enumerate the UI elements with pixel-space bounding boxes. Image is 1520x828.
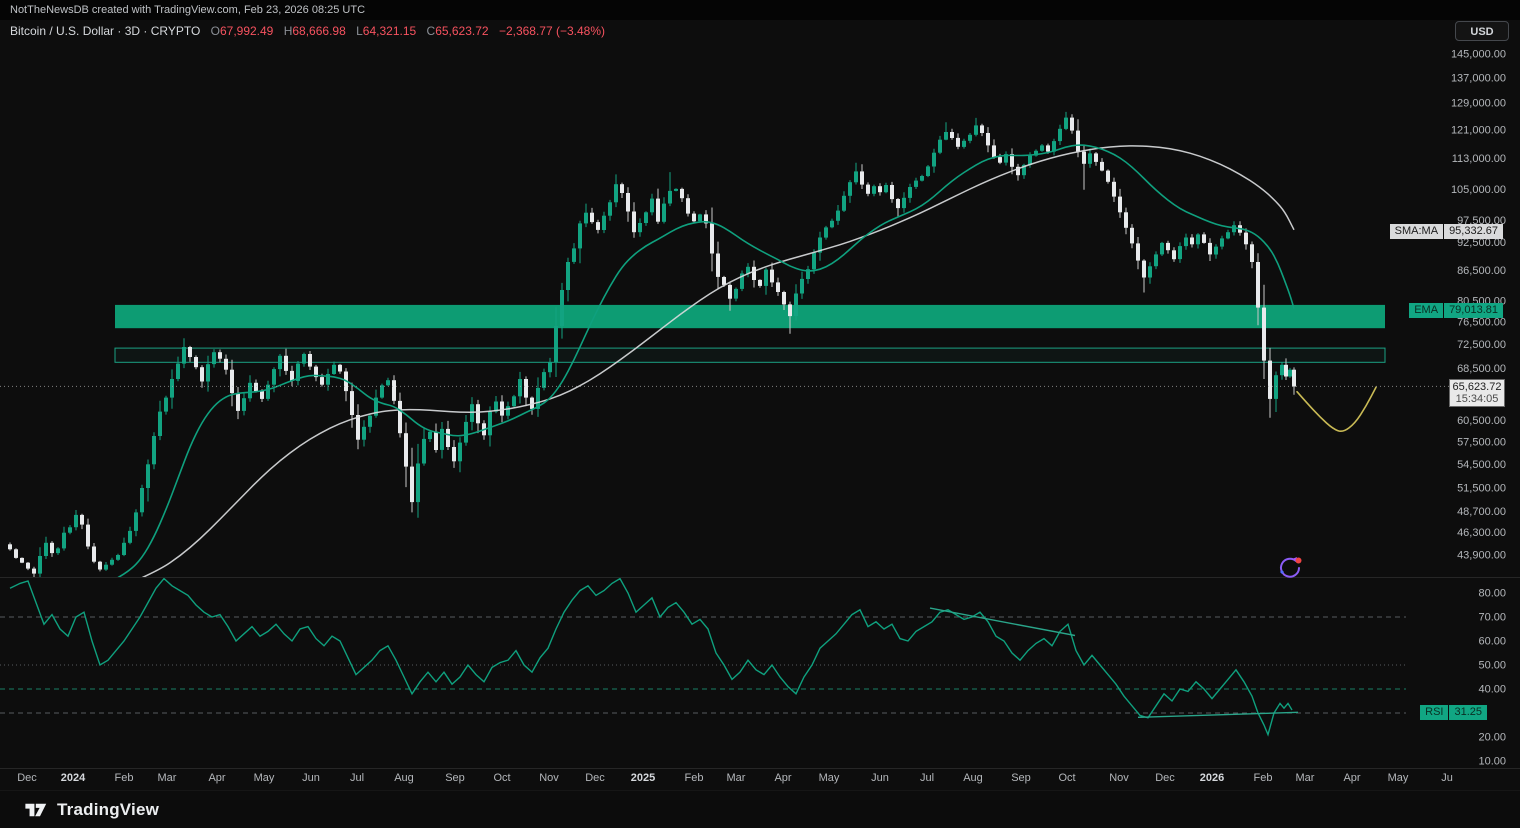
change-value: −2,368.77 (−3.48%)	[499, 24, 605, 38]
currency-button[interactable]: USD	[1455, 21, 1509, 41]
last-price-value: 65,623.72	[1450, 381, 1504, 393]
price-tick-label: 43,900.00	[1457, 550, 1506, 562]
time-tick-month: Mar	[1296, 772, 1315, 784]
time-tick-month: May	[254, 772, 275, 784]
rsi-tick-label: 70.00	[1478, 612, 1506, 624]
time-tick-month: Dec	[17, 772, 37, 784]
rsi-tick-label: 40.00	[1478, 684, 1506, 696]
price-tick-label: 145,000.00	[1451, 49, 1506, 61]
price-panel[interactable]	[8, 112, 1385, 582]
time-tick-month: Apr	[208, 772, 225, 784]
price-tick-label: 57,500.00	[1457, 436, 1506, 448]
price-tick-label: 121,000.00	[1451, 124, 1506, 136]
time-tick-month: Feb	[685, 772, 704, 784]
symbol-info-row[interactable]: Bitcoin / U.S. Dollar · 3D · CRYPTO O67,…	[10, 24, 612, 38]
time-tick-month: Jun	[302, 772, 320, 784]
time-tick-month: Aug	[394, 772, 414, 784]
time-tick-month: Oct	[493, 772, 510, 784]
symbol-title[interactable]: Bitcoin / U.S. Dollar · 3D · CRYPTO	[10, 24, 200, 38]
price-tick-label: 46,300.00	[1457, 527, 1506, 539]
sma-value: 95,332.67	[1444, 224, 1503, 239]
time-tick-month: Mar	[727, 772, 746, 784]
tradingview-logo-icon[interactable]	[24, 801, 49, 819]
time-tick-month: May	[819, 772, 840, 784]
time-tick-month: Sep	[1011, 772, 1031, 784]
time-tick-month: Dec	[585, 772, 605, 784]
footer-bar: TradingView	[0, 790, 1520, 828]
rsi-tick-label: 50.00	[1478, 660, 1506, 672]
price-tick-label: 68,500.00	[1457, 363, 1506, 375]
chart-container[interactable]: 145,000.00 137,000.00 129,000.00 121,000.00…	[0, 20, 1520, 790]
rsi-panel[interactable]	[0, 579, 1406, 735]
last-price-box[interactable]: 65,623.72 15:34:05	[1449, 379, 1505, 407]
refresh-cycle-icon[interactable]	[1276, 554, 1304, 582]
rsi-tick-label: 60.00	[1478, 636, 1506, 648]
time-tick-month: Ju	[1441, 772, 1453, 784]
price-tick-label: 113,000.00	[1452, 153, 1506, 165]
price-tick-label: 72,500.00	[1457, 339, 1506, 351]
chart-canvas[interactable]: 145,000.00 137,000.00 129,000.00 121,000.00…	[0, 20, 1520, 790]
price-tick-label: 60,500.00	[1457, 415, 1506, 427]
time-tick-month: Oct	[1058, 772, 1075, 784]
yellow-projection-drawing[interactable]	[1297, 387, 1376, 431]
rsi-tick-label: 20.00	[1478, 732, 1506, 744]
price-tick-label: 54,500.00	[1457, 459, 1506, 471]
time-tick-month: Nov	[539, 772, 559, 784]
time-tick-month: Feb	[1254, 772, 1273, 784]
candlestick-series	[8, 112, 1296, 582]
ohlc-high: H68,666.98	[284, 24, 346, 38]
rsi-tick-label: 80.00	[1478, 588, 1506, 600]
time-tick-month: Aug	[963, 772, 983, 784]
ohlc-low: L64,321.15	[356, 24, 416, 38]
time-tick-month: Jul	[350, 772, 364, 784]
price-tick-label: 105,000.00	[1451, 184, 1506, 196]
time-tick-month: Sep	[445, 772, 465, 784]
time-tick-year: 2024	[61, 772, 86, 784]
rsi-line[interactable]	[10, 579, 1292, 735]
tradingview-chart-page: NotTheNewsDB created with TradingView.co…	[0, 0, 1520, 828]
price-tick-label: 129,000.00	[1451, 98, 1506, 110]
rsi-tick-label: 10.00	[1478, 756, 1506, 768]
time-tick-month: Mar	[158, 772, 177, 784]
ohlc-close: C65,623.72	[427, 24, 489, 38]
supply-zone-rect[interactable]	[115, 305, 1385, 328]
rsi-trendline-1[interactable]	[930, 608, 1075, 635]
rsi-value-badge[interactable]: RSI 31.25	[1420, 705, 1487, 720]
time-tick-month: Dec	[1155, 772, 1175, 784]
time-tick-month: Jun	[871, 772, 889, 784]
price-tick-label: 76,500.00	[1457, 317, 1506, 329]
time-tick-month: Feb	[115, 772, 134, 784]
candle-countdown: 15:34:05	[1450, 393, 1504, 405]
ohlc-open: O67,992.49	[211, 24, 274, 38]
time-axis[interactable]: Dec 2024 Feb Mar Apr May Jun Jul Aug Sep Oct Nov Dec…	[17, 772, 1453, 784]
time-tick-month: Nov	[1109, 772, 1129, 784]
time-tick-month: Jul	[920, 772, 934, 784]
price-tick-label: 137,000.00	[1451, 72, 1506, 84]
price-tick-label: 48,700.00	[1457, 506, 1506, 518]
rsi-value: 31.25	[1449, 705, 1487, 720]
time-tick-year: 2025	[631, 772, 655, 784]
time-tick-month: Apr	[774, 772, 791, 784]
rsi-name: RSI	[1420, 705, 1448, 720]
sma-name: SMA:MA	[1390, 224, 1443, 239]
time-tick-month: Apr	[1343, 772, 1360, 784]
sma-label-badge[interactable]: SMA:MA 95,332.67	[1390, 224, 1503, 239]
ema-label-badge[interactable]: EMA 79,013.81	[1409, 303, 1503, 318]
time-tick-month: May	[1388, 772, 1409, 784]
attribution-bar: NotTheNewsDB created with TradingView.co…	[0, 0, 1520, 20]
ema-name: EMA	[1409, 303, 1443, 318]
price-axis[interactable]: 145,000.00 137,000.00 129,000.00 121,000.00…	[1451, 49, 1506, 768]
time-tick-year: 2026	[1200, 772, 1224, 784]
price-tick-label: 86,500.00	[1457, 265, 1506, 277]
tradingview-wordmark[interactable]: TradingView	[57, 800, 159, 820]
price-tick-label: 51,500.00	[1457, 483, 1506, 495]
ema-value: 79,013.81	[1444, 303, 1503, 318]
